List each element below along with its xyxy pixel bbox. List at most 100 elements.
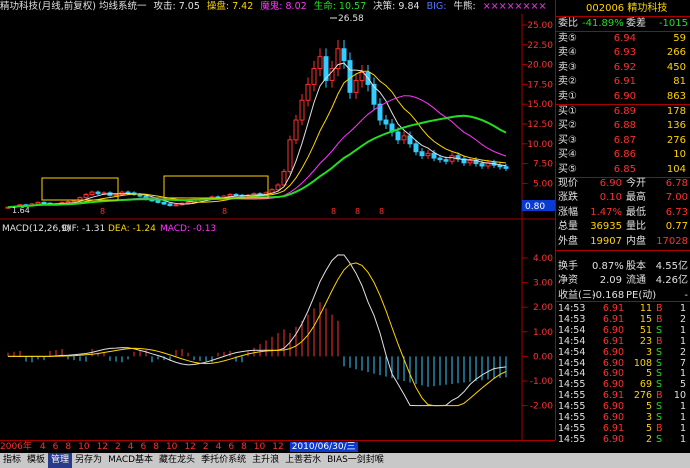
stat-row: 总量 36935 量比 0.77 <box>556 220 690 234</box>
toolbar-tab[interactable]: 指标 <box>0 453 24 468</box>
stat-label: 今开 <box>626 178 646 189</box>
price-axis-label: 10.00 <box>527 140 553 150</box>
date-mark: 6 <box>228 442 235 452</box>
buy-level: 买④ 6.86 10 <box>556 148 690 162</box>
signal-marker: 8 <box>100 207 105 216</box>
toolbar-tab[interactable]: 另存为 <box>72 453 105 468</box>
extra-value: 2.09 <box>599 275 622 287</box>
dif-line <box>8 254 507 407</box>
candle-body <box>227 193 233 197</box>
ma30-line <box>7 114 507 209</box>
date-mark: 10 <box>253 442 266 452</box>
candle-body <box>287 139 293 173</box>
extra-row: 净资 2.09 流通 4.26亿 <box>556 274 690 288</box>
sell-level: 卖⑤ 6.94 59 <box>556 32 690 46</box>
buy-volume: 178 <box>666 106 686 117</box>
date-mark: 8 <box>65 442 72 452</box>
date-mark: 4 <box>39 442 46 452</box>
date-highlight: 2010/06/30/三 <box>289 442 358 452</box>
toolbar-tab[interactable]: 上善若水 <box>282 453 324 468</box>
tick-count: 1 <box>679 433 686 445</box>
candle-body <box>275 184 281 191</box>
candle-body <box>401 135 407 141</box>
buy-label: 买③ <box>558 134 577 146</box>
buy-level: 买⑤ 6.85 104 <box>556 163 690 177</box>
candle-body <box>419 151 425 157</box>
signal-marker: 8 <box>222 207 227 216</box>
chart-title: 精功科技(月线,前复权) 均线系统一 <box>0 1 147 12</box>
signal-marker: 8 <box>355 207 360 216</box>
sell-price: 6.91 <box>613 76 636 88</box>
toolbar-tab[interactable]: 季托价系统 <box>198 453 249 468</box>
candle-body <box>425 152 431 157</box>
sell-level: 卖① 6.90 863 <box>556 90 690 104</box>
extra-value: 0.87% <box>592 261 624 272</box>
kline-chart[interactable]: 25.00 22.50 20.00 17.50 15.00 12.50 10.00 7.50 5… <box>0 0 555 440</box>
stock-code-name: 002006 精功科技 <box>586 3 668 14</box>
date-mark: 6 <box>140 442 147 452</box>
toolbar-tab[interactable]: BIAS一剑封喉 <box>324 453 387 468</box>
toolbar-tab[interactable]: MACD基本 <box>105 453 156 468</box>
candle-body <box>155 200 161 203</box>
candle-body <box>65 201 71 204</box>
sell-volume: 863 <box>666 90 686 102</box>
stat-row: 涨幅 1.47% 最低 6.73 <box>556 206 690 220</box>
stat-label: 涨幅 <box>558 206 578 218</box>
tick-volume: 2 <box>645 433 652 445</box>
ma20-line <box>7 95 507 208</box>
buy-price: 6.87 <box>613 134 636 146</box>
buy-label: 买⑤ <box>558 163 577 175</box>
weicha-label: 委差 <box>626 18 646 29</box>
date-year: 2006年 <box>0 442 32 452</box>
toolbar-tab[interactable]: 藏在龙头 <box>156 453 198 468</box>
buy-label: 买④ <box>558 149 577 161</box>
ma-devil: 魔鬼: 8.02 <box>260 1 307 12</box>
candle-body <box>89 191 95 195</box>
stat-value: 7.00 <box>665 192 688 204</box>
indicator-toolbar: 指标 模板 管理 另存为 MACD基本 藏在龙头 季托价系统 主升浪 上善若水 BIAS一剑封喉 <box>0 453 690 468</box>
stat-value: 36935 <box>590 221 622 233</box>
candle-body <box>173 204 179 207</box>
sell-label: 卖② <box>558 76 577 88</box>
extra-value: 4.26亿 <box>655 275 688 287</box>
candle-body <box>95 191 101 195</box>
sell-price: 6.90 <box>613 90 636 102</box>
date-mark: 2 <box>115 442 121 452</box>
buy-level: 买② 6.88 136 <box>556 119 690 133</box>
candle-body <box>353 79 359 93</box>
extra-label: 净资 <box>558 275 578 287</box>
stat-label: 内盘 <box>626 235 646 247</box>
sell-label: 卖⑤ <box>558 33 577 44</box>
extra-label: 换手 <box>558 261 578 272</box>
stat-row: 外盘 19907 内盘 17028 <box>556 235 690 249</box>
tick-side: S <box>656 433 663 445</box>
weibi-value: -41.89% <box>582 18 624 29</box>
ma10-line <box>7 70 507 208</box>
buy-level: 买① 6.89 178 <box>556 105 690 119</box>
price-axis-label: 25.00 <box>527 21 553 31</box>
stat-label: 量比 <box>626 221 646 233</box>
toolbar-tab[interactable]: 模板 <box>24 453 48 468</box>
candle-body <box>41 201 47 204</box>
macd-axis-label: -1.00 <box>530 377 554 387</box>
macd-axis-label: 0.00 <box>533 352 553 362</box>
stat-value: 6.78 <box>665 178 688 189</box>
date-mark: 2 <box>202 442 209 452</box>
buy-price: 6.86 <box>613 149 636 161</box>
candle-body <box>479 163 485 167</box>
macd-value: MACD: -0.13 <box>160 224 216 234</box>
stat-label: 最高 <box>626 192 646 204</box>
stat-value: 0.10 <box>599 192 622 204</box>
toolbar-tab[interactable]: 管理 <box>48 453 73 468</box>
ma5-line <box>7 62 507 208</box>
indicator-bar: 精功科技(月线,前复权) 均线系统一 攻击: 7.05 操盘: 7.42 魔鬼:… <box>0 0 555 14</box>
sell-price: 6.92 <box>613 61 636 73</box>
buy-volume: 104 <box>666 163 686 175</box>
candle-body <box>293 119 299 141</box>
candle-body <box>395 131 401 141</box>
toolbar-tab[interactable]: 主升浪 <box>249 453 282 468</box>
price-axis-label: 22.50 <box>527 41 553 51</box>
low-annotation: 1.64 <box>12 206 30 215</box>
candle-body <box>449 155 455 162</box>
tick-time: 14:55 <box>558 433 586 445</box>
